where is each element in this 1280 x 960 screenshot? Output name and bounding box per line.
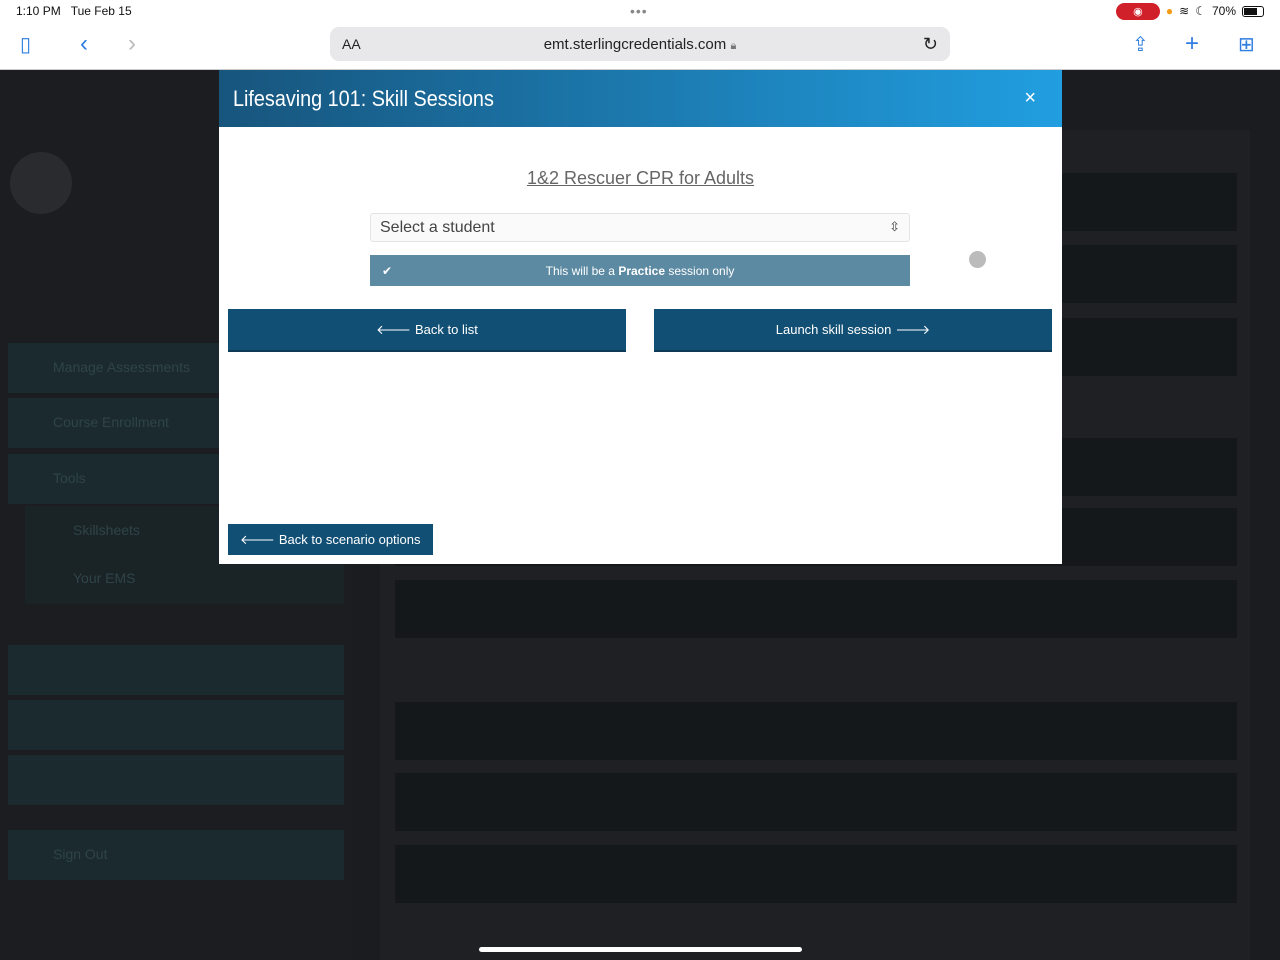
modal-title: Lifesaving 101: Skill Sessions [233, 85, 494, 111]
browser-toolbar: ▯ ‹ › AA emt.sterlingcredentials.com 🔒︎ … [0, 22, 1280, 70]
avatar [10, 152, 72, 214]
address-bar[interactable]: AA emt.sterlingcredentials.com 🔒︎ ↻ [330, 27, 950, 61]
wifi-icon: ≋ [1179, 4, 1190, 18]
reload-icon[interactable]: ↻ [923, 34, 938, 55]
practice-text-end: session only [665, 263, 735, 278]
back-to-list-label: Back to list [415, 322, 478, 337]
lock-icon: 🔒︎ [730, 39, 737, 52]
chevron-updown-icon: ⇳ [889, 219, 900, 234]
sidebar-item[interactable] [8, 700, 344, 750]
back-icon[interactable]: ‹ [80, 30, 88, 58]
battery-icon [1242, 5, 1264, 17]
moon-icon: ☾ [1195, 4, 1206, 18]
status-bar: 1:10 PM Tue Feb 15 ••• ◉ ● ≋ ☾ 70% [0, 0, 1280, 22]
student-select[interactable]: Select a student ⇳ [370, 213, 910, 242]
tabs-icon[interactable]: ⊞ [1238, 32, 1255, 57]
time: 1:10 PM [16, 4, 61, 18]
modal-header: Lifesaving 101: Skill Sessions × [219, 70, 1062, 127]
close-icon[interactable]: × [1024, 87, 1036, 110]
practice-toggle[interactable]: ✔ This will be a Practice session only [370, 255, 910, 286]
sidebar-item[interactable] [8, 755, 344, 805]
scenario-link[interactable]: 1&2 Rescuer CPR for Adults [219, 168, 1062, 189]
sidebar-item[interactable] [8, 645, 344, 695]
card[interactable] [395, 702, 1237, 760]
sidebar-item[interactable]: Sign Out [8, 830, 344, 880]
arrow-right-icon: 🡒 [895, 321, 931, 337]
text-size-button[interactable]: AA [342, 36, 361, 52]
back-to-scenario-options-button[interactable]: 🡐 Back to scenario options [228, 524, 433, 555]
student-select-value: Select a student [380, 219, 495, 236]
sidebar-icon[interactable]: ▯ [20, 32, 31, 57]
skill-sessions-modal: Lifesaving 101: Skill Sessions × 1&2 Res… [219, 70, 1062, 564]
new-tab-icon[interactable]: + [1185, 30, 1199, 58]
share-icon[interactable]: ⇪ [1132, 32, 1149, 57]
battery-percent: 70% [1211, 4, 1236, 18]
back-to-scenarios-label: Back to scenario options [278, 532, 421, 547]
url-text: emt.sterlingcredentials.com [543, 35, 727, 53]
mic-indicator-icon: ● [1165, 4, 1174, 18]
multitask-dots-icon[interactable]: ••• [630, 3, 648, 19]
date: Tue Feb 15 [70, 4, 132, 18]
indicator-dot [969, 251, 986, 268]
forward-icon[interactable]: › [128, 30, 136, 58]
arrow-left-icon: 🡐 [376, 321, 411, 337]
back-to-list-button[interactable]: 🡐 Back to list [228, 309, 626, 352]
arrow-left-icon: 🡐 [240, 531, 275, 547]
card[interactable] [395, 580, 1237, 638]
practice-text: This will be a [545, 263, 619, 278]
card[interactable] [395, 845, 1237, 903]
card[interactable] [395, 773, 1237, 831]
launch-label: Launch skill session [775, 322, 892, 337]
launch-skill-session-button[interactable]: Launch skill session 🡒 [654, 309, 1052, 352]
home-indicator[interactable] [479, 947, 802, 952]
practice-bold: Practice [618, 263, 666, 278]
screen-record-icon[interactable]: ◉ [1115, 2, 1160, 20]
